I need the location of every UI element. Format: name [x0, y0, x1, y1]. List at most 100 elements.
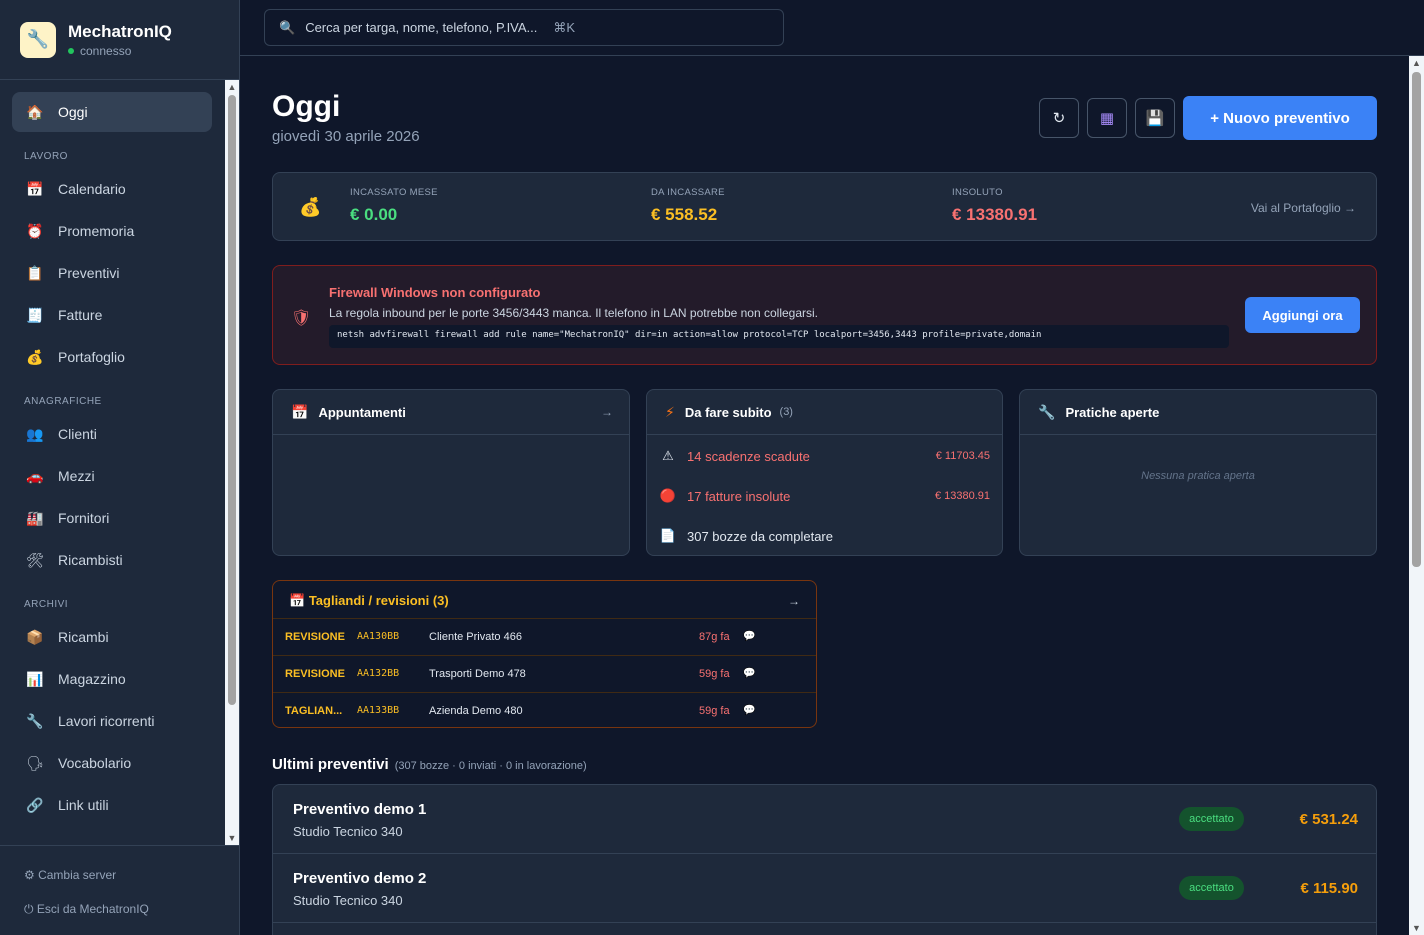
document-icon: 📄 [659, 528, 677, 543]
refresh-button[interactable]: ↻ [1039, 98, 1079, 138]
sidebar-item-clienti[interactable]: 👥 Clienti [12, 414, 212, 454]
section-archivi: ARCHIVI [24, 599, 69, 610]
calendar-icon: 📅 [291, 403, 309, 420]
tagliandi-row[interactable]: TAGLIAN... AA133BB Azienda Demo 480 59g fa 💬 [273, 692, 816, 727]
quote-amount: € 115.90 [1300, 880, 1358, 897]
money-bag-icon: 💰 [26, 348, 44, 365]
lightning-icon: ⚡ [665, 403, 675, 420]
search-input[interactable]: 🔍 Cerca per targa, nome, telefono, P.IVA… [264, 9, 784, 46]
todo-item-scadenze[interactable]: ⚠ 14 scadenze scadute [659, 448, 810, 464]
new-quote-button[interactable]: + Nuovo preventivo [1183, 96, 1377, 140]
todo-item-fatture[interactable]: 🔴 17 fatture insolute [659, 488, 790, 504]
status-dot-icon [68, 47, 74, 54]
sidebar-item-oggi[interactable]: 🏠 Oggi [12, 92, 212, 132]
brand-header: 🔧 MechatronIQ connesso [0, 0, 239, 80]
page-title: Oggi [272, 90, 341, 123]
section-lavoro: LAVORO [24, 151, 68, 162]
stats-card: 💰 INCASSATO MESE € 0.00 DA INCASSARE € 5… [272, 172, 1377, 241]
sidebar-item-mezzi[interactable]: 🚗 Mezzi [12, 456, 212, 496]
sidebar: 🔧 MechatronIQ connesso 🏠 Oggi LAVORO 📅 Cal… [0, 0, 240, 935]
sidebar-item-vocabolario[interactable]: 🗣 Vocabolario [12, 743, 212, 783]
appointments-header[interactable]: 📅 Appuntamenti → [273, 390, 629, 435]
receipt-icon: 🧾 [26, 306, 44, 323]
save-button[interactable]: 💾 [1135, 98, 1175, 138]
calendar-one-icon: 📅 [289, 593, 306, 608]
stat-incassato-value: € 0.00 [350, 205, 398, 224]
sidebar-item-ricambisti[interactable]: 🛠 Ricambisti [12, 540, 212, 580]
message-icon[interactable]: 💬 [743, 631, 755, 642]
quotes-meta: (307 bozze · 0 inviati · 0 in lavorazion… [394, 760, 587, 772]
top-bar: 🔍 Cerca per targa, nome, telefono, P.IVA… [240, 0, 1424, 56]
change-server-link[interactable]: ⚙ Cambia server [24, 868, 116, 882]
alert-description: La regola inbound per le porte 3456/3443… [329, 306, 819, 320]
scrollbar-thumb[interactable] [228, 95, 236, 705]
sidebar-item-lavori-ricorrenti[interactable]: 🔧 Lavori ricorrenti [12, 701, 212, 741]
quote-amount: € 531.24 [1299, 811, 1358, 828]
main-scrollbar[interactable]: ▲ ▼ [1409, 56, 1424, 935]
scroll-up-arrow-icon[interactable]: ▲ [225, 82, 239, 92]
alert-command[interactable]: netsh advfirewall firewall add rule name… [329, 325, 1229, 348]
calculator-icon: ▦ [1099, 110, 1115, 127]
tagliandi-row[interactable]: REVISIONE AA130BB Cliente Privato 466 87g f… [273, 618, 816, 655]
warning-icon: ⚠ [662, 448, 674, 463]
quote-row[interactable]: Preventivo demo 1 Studio Tecnico 340 acc… [273, 785, 1376, 854]
calendar-icon: 📅 [26, 180, 44, 197]
todo-count: (3) [779, 406, 793, 418]
search-shortcut: ⌘K [553, 19, 576, 35]
status-badge: accettato [1179, 807, 1244, 831]
add-rule-button[interactable]: Aggiungi ora [1245, 297, 1360, 333]
calculator-button[interactable]: ▦ [1087, 98, 1127, 138]
red-circle-icon: 🔴 [659, 488, 677, 503]
sidebar-item-promemoria[interactable]: ⏰ Promemoria [12, 211, 212, 251]
sidebar-item-fornitori[interactable]: 🏭 Fornitori [12, 498, 212, 538]
sidebar-item-magazzino[interactable]: 📊 Magazzino [12, 659, 212, 699]
scroll-down-arrow-icon[interactable]: ▼ [1409, 923, 1424, 933]
quotes-list: Preventivo demo 1 Studio Tecnico 340 acc… [272, 784, 1377, 935]
message-icon[interactable]: 💬 [743, 668, 755, 679]
stat-insoluto-value: € 13380.91 [952, 205, 1038, 224]
sidebar-item-portafoglio[interactable]: 💰 Portafoglio [12, 337, 212, 377]
arrow-right-icon[interactable]: → [601, 405, 613, 419]
todo-amount-scadenze: € 11703.45 [935, 450, 990, 462]
wrench-icon: 🔧 [26, 712, 44, 729]
tagliandi-title[interactable]: 📅 Tagliandi / revisioni (3) [289, 593, 449, 609]
stat-da-incassare-value: € 558.52 [651, 205, 718, 224]
scroll-down-arrow-icon[interactable]: ▼ [225, 833, 239, 843]
house-icon: 🏠 [26, 103, 44, 120]
sidebar-scrollbar[interactable]: ▲ ▼ [225, 80, 239, 845]
alarm-clock-icon: ⏰ [26, 222, 44, 239]
sidebar-item-preventivi[interactable]: 📋 Preventivi [12, 253, 212, 293]
todo-header: ⚡ Da fare subito (3) [647, 390, 1002, 435]
money-bag-icon: 💰 [299, 197, 322, 217]
status-badge: accettato [1179, 876, 1244, 900]
sidebar-nav: 🏠 Oggi LAVORO 📅 Calendario ⏰ Promemoria 📋 Pr… [0, 80, 226, 845]
search-placeholder: Cerca per targa, nome, telefono, P.IVA..… [305, 20, 538, 35]
todo-panel: ⚡ Da fare subito (3) ⚠ 14 scadenze scadute … [646, 389, 1003, 556]
appointments-panel: 📅 Appuntamenti → [272, 389, 630, 556]
people-icon: 👥 [26, 425, 44, 442]
page-date: giovedì 30 aprile 2026 [272, 128, 420, 145]
scroll-up-arrow-icon[interactable]: ▲ [1409, 58, 1424, 68]
link-icon: 🔗 [26, 796, 44, 813]
quote-row[interactable]: Preventivo demo 2 Studio Tecnico 340 acc… [273, 854, 1376, 923]
scrollbar-thumb[interactable] [1412, 72, 1421, 567]
sidebar-item-fatture[interactable]: 🧾 Fatture [12, 295, 212, 335]
sidebar-item-calendario[interactable]: 📅 Calendario [12, 169, 212, 209]
quotes-section-title: Ultimi preventivi (307 bozze · 0 inviati … [272, 756, 587, 773]
sidebar-item-link-utili[interactable]: 🔗 Link utili [12, 785, 212, 825]
portfolio-link[interactable]: Vai al Portafoglio → [1251, 201, 1356, 215]
refresh-icon: ↻ [1052, 110, 1066, 127]
message-icon[interactable]: 💬 [743, 705, 755, 716]
wrench-icon: 🔧 [1038, 403, 1056, 420]
logout-link[interactable]: ⏻ Esci da MechatronIQ [24, 902, 149, 917]
arrow-right-icon[interactable]: → [788, 594, 800, 608]
tagliandi-row[interactable]: REVISIONE AA132BB Trasporti Demo 478 59g fa… [273, 655, 816, 692]
todo-amount-fatture: € 13380.91 [934, 490, 990, 502]
app-logo: 🔧 [20, 21, 56, 58]
sidebar-item-ricambi[interactable]: 📦 Ricambi [12, 617, 212, 657]
todo-item-bozze[interactable]: 📄 307 bozze da completare [659, 528, 833, 544]
tools-icon: 🛠 [26, 551, 44, 568]
bar-chart-icon: 📊 [26, 670, 44, 687]
open-practices-header: 🔧 Pratiche aperte [1020, 390, 1376, 435]
tagliandi-panel: 📅 Tagliandi / revisioni (3) → REVISIONE A… [272, 580, 817, 728]
